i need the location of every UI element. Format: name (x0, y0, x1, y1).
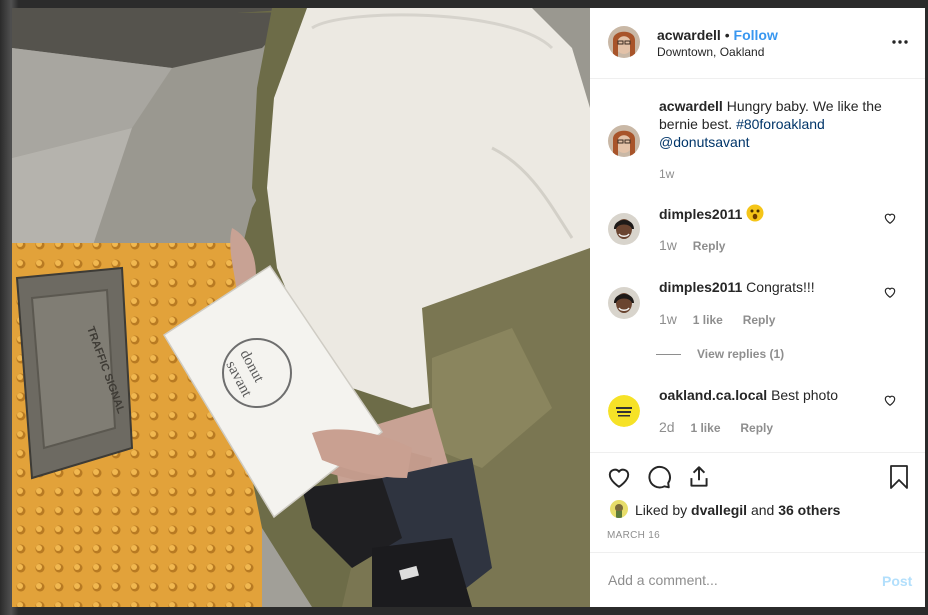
post-date[interactable]: MARCH 16 (607, 530, 660, 541)
comment-like-icon[interactable] (883, 285, 897, 299)
comment-body: dimples2011 Congrats!!! (659, 279, 815, 295)
like-icon[interactable] (606, 464, 632, 490)
post-header: acwardell • Follow Downtown, Oakland (590, 8, 925, 79)
comment-text: Congrats!!! (746, 279, 815, 295)
comment-likes[interactable]: 1 like (693, 313, 723, 327)
save-bookmark-icon[interactable] (887, 464, 911, 490)
comment-avatar[interactable] (608, 395, 640, 427)
caption-hashtag[interactable]: #80foroakland (736, 116, 825, 132)
comment-time[interactable]: 1w (659, 311, 677, 327)
comment-username[interactable]: dimples2011 (659, 279, 742, 295)
caption-time[interactable]: 1w (659, 167, 674, 181)
comment-time[interactable]: 1w (659, 237, 677, 253)
add-comment-bar: Post (590, 552, 925, 608)
follow-button[interactable]: Follow (734, 27, 778, 43)
separator-dot: • (724, 27, 734, 43)
likes-summary: Liked by dvallegil and 36 others (635, 502, 841, 518)
reply-button[interactable]: Reply (743, 313, 776, 327)
comment-username[interactable]: dimples2011 (659, 206, 742, 222)
comment-avatar[interactable] (608, 213, 640, 245)
replies-divider (656, 354, 681, 355)
avatar-image (608, 26, 640, 58)
comment-time[interactable]: 2d (659, 419, 675, 435)
liker-avatar[interactable] (610, 500, 628, 518)
author-username[interactable]: acwardell (657, 27, 721, 43)
comment-avatar[interactable] (608, 287, 640, 319)
actions-divider (590, 452, 925, 454)
photo-illustration: TRAFFIC SIGNAL donut savant (12, 8, 590, 607)
comment-like-icon[interactable] (883, 211, 897, 225)
comment-body: dimples2011 (659, 204, 764, 225)
caption-username[interactable]: acwardell (659, 98, 723, 114)
comment-icon[interactable] (646, 464, 672, 490)
caption-avatar[interactable] (608, 125, 640, 157)
share-icon[interactable] (686, 464, 712, 490)
astonished-emoji-icon (746, 204, 764, 225)
comment-likes[interactable]: 1 like (690, 421, 720, 435)
post-sidebar: acwardell • Follow Downtown, Oakland acw… (590, 8, 925, 607)
author-avatar[interactable] (608, 26, 640, 58)
more-options-icon[interactable] (891, 34, 909, 44)
reply-button[interactable]: Reply (693, 239, 726, 253)
add-comment-input[interactable] (606, 571, 870, 589)
reply-button[interactable]: Reply (740, 421, 773, 435)
likes-others-link[interactable]: 36 others (778, 502, 840, 518)
post-comment-button[interactable]: Post (882, 573, 912, 589)
liker-username[interactable]: dvallegil (691, 502, 747, 518)
caption: acwardell Hungry baby. We like the berni… (659, 97, 899, 151)
comment-text: Best photo (771, 387, 838, 403)
comment-like-icon[interactable] (883, 393, 897, 407)
post-location[interactable]: Downtown, Oakland (657, 45, 764, 59)
post-photo: TRAFFIC SIGNAL donut savant (12, 8, 590, 607)
comment-username[interactable]: oakland.ca.local (659, 387, 767, 403)
caption-mention[interactable]: @donutsavant (659, 134, 750, 150)
view-replies-button[interactable]: View replies (1) (697, 347, 784, 361)
comment-body: oakland.ca.local Best photo (659, 387, 838, 403)
